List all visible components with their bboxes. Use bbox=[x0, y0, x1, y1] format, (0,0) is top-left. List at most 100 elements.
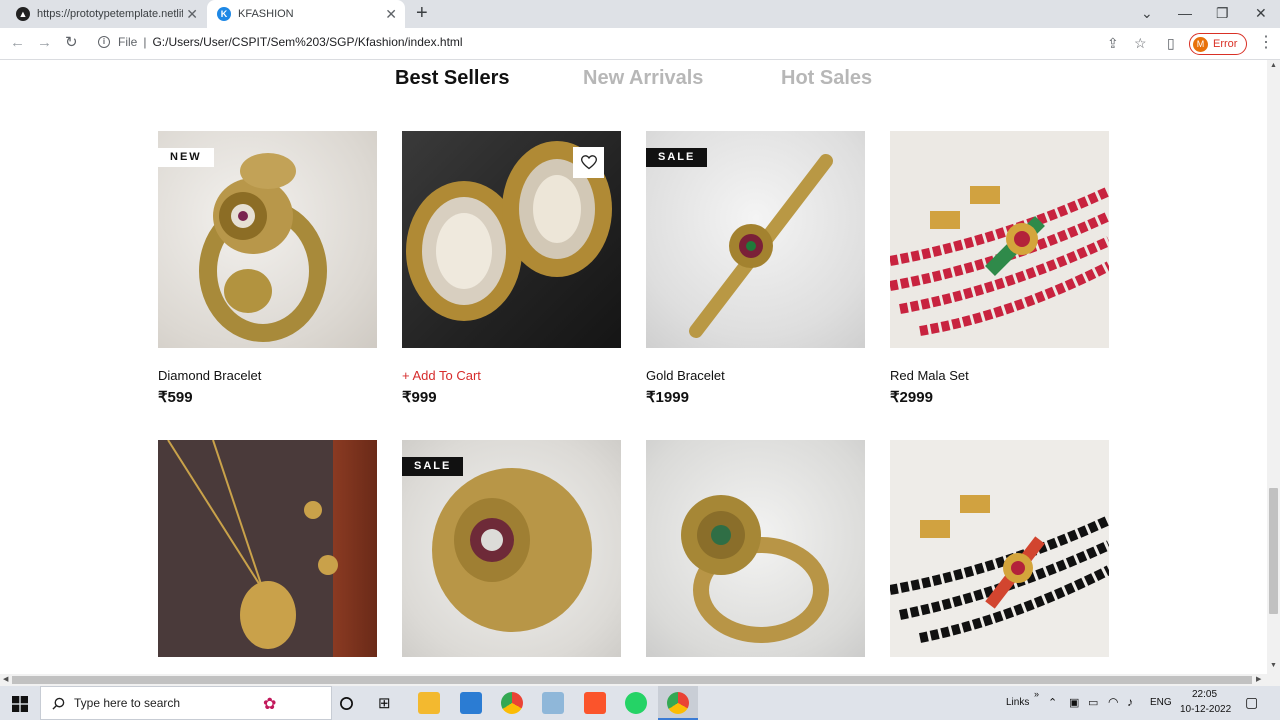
url-separator: | bbox=[143, 35, 147, 49]
brave-icon[interactable] bbox=[584, 692, 606, 714]
forward-icon[interactable]: → bbox=[37, 35, 52, 51]
close-tab-icon[interactable]: ✕ bbox=[186, 6, 198, 22]
notification-icon[interactable]: ▢ bbox=[1245, 694, 1258, 711]
product-image-gold-bracelet-flower[interactable]: NEW bbox=[158, 131, 377, 348]
url-text: G:/Users/User/CSPIT/Sem%203/SGP/Kfashion… bbox=[152, 35, 463, 49]
filter-best-sellers[interactable]: Best Sellers bbox=[395, 67, 510, 90]
product-name[interactable]: Gold Bracelet bbox=[646, 368, 725, 383]
product-image-gold-cuff-bracelet[interactable]: SALE bbox=[402, 440, 621, 657]
scroll-down-icon[interactable]: ▼ bbox=[1270, 662, 1277, 669]
menu-kebab-icon[interactable]: ⋮ bbox=[1258, 35, 1274, 51]
filter-new-arrivals[interactable]: New Arrivals bbox=[583, 67, 703, 90]
wishlist-heart-icon[interactable] bbox=[573, 147, 604, 178]
app-icon[interactable] bbox=[542, 692, 564, 714]
close-window-icon[interactable]: ✕ bbox=[1255, 5, 1267, 21]
links-toolbar[interactable]: Links bbox=[1006, 697, 1029, 708]
red-mala-illustration bbox=[890, 186, 1109, 336]
product-image-kundan-earrings[interactable] bbox=[402, 131, 621, 348]
kfashion-icon: K bbox=[217, 7, 231, 21]
reload-icon[interactable]: ↻ bbox=[65, 35, 78, 51]
bookmark-star-icon[interactable]: ☆ bbox=[1134, 35, 1147, 51]
product-image-black-mala-necklace[interactable] bbox=[890, 440, 1109, 657]
task-view-icon[interactable]: ⊞ bbox=[378, 694, 391, 712]
tab-title: https://prototypetemplate.netlify.app bbox=[37, 8, 183, 20]
tab-search-icon[interactable]: ⌄ bbox=[1141, 5, 1153, 21]
search-icon bbox=[52, 697, 65, 710]
info-icon[interactable]: i bbox=[98, 36, 110, 48]
wifi-icon[interactable]: ◠ bbox=[1108, 695, 1118, 709]
product-price: ₹999 bbox=[402, 389, 437, 406]
volume-icon[interactable]: ♪ bbox=[1127, 695, 1133, 709]
profile-button[interactable]: M Error bbox=[1189, 33, 1247, 55]
avatar: M bbox=[1193, 36, 1208, 52]
product-price: ₹599 bbox=[158, 389, 193, 406]
product-image-gold-ring-bangle[interactable] bbox=[646, 440, 865, 657]
profile-status: Error bbox=[1213, 38, 1238, 50]
chrome-icon bbox=[667, 692, 689, 714]
product-price: ₹1999 bbox=[646, 389, 689, 406]
search-highlight-icon: ✿ bbox=[263, 696, 277, 713]
product-card[interactable]: + Add To Cart ₹999 bbox=[402, 131, 621, 406]
heart-glyph bbox=[580, 155, 597, 170]
product-name[interactable]: Diamond Bracelet bbox=[158, 368, 261, 383]
language-indicator[interactable]: ENG bbox=[1150, 697, 1172, 708]
windows-taskbar: Type here to search ✿ ⊞ Links » ⌃ ▣ ▭ ◠ … bbox=[0, 686, 1280, 720]
vscode-icon[interactable] bbox=[460, 692, 482, 714]
sale-badge: SALE bbox=[646, 148, 708, 167]
omnibox[interactable]: i File | G:/Users/User/CSPIT/Sem%203/SGP… bbox=[98, 35, 463, 49]
tab-kfashion[interactable]: K KFASHION ✕ bbox=[207, 0, 405, 28]
file-explorer-icon[interactable] bbox=[418, 692, 440, 714]
horizontal-scrollbar[interactable]: ◀ ▶ bbox=[0, 674, 1280, 686]
product-image-gold-kada-bracelet[interactable]: SALE bbox=[646, 131, 865, 348]
device-icon[interactable]: ▣ bbox=[1069, 696, 1079, 709]
filter-hot-sales[interactable]: Hot Sales bbox=[781, 67, 872, 90]
clock-time[interactable]: 22:05 bbox=[1192, 689, 1217, 700]
product-card[interactable]: Red Mala Set ₹2999 bbox=[890, 131, 1109, 406]
add-to-cart-link[interactable]: + Add To Cart bbox=[402, 368, 481, 383]
product-price: ₹2999 bbox=[890, 389, 933, 406]
vertical-scroll-thumb[interactable] bbox=[1269, 488, 1278, 614]
share-icon[interactable]: ⇪ bbox=[1107, 35, 1119, 51]
active-chrome-taskbar-item[interactable] bbox=[658, 686, 698, 720]
new-tab-button[interactable]: + bbox=[416, 3, 428, 23]
horizontal-scroll-thumb[interactable] bbox=[12, 676, 1252, 684]
scroll-left-icon[interactable]: ◀ bbox=[3, 675, 8, 683]
url-scheme: File bbox=[118, 35, 138, 49]
links-expand-icon[interactable]: » bbox=[1034, 689, 1039, 699]
product-filter-tabs: Best Sellers New Arrivals Hot Sales bbox=[0, 67, 1267, 95]
product-card[interactable] bbox=[646, 440, 865, 657]
maximize-icon[interactable]: ❐ bbox=[1216, 5, 1229, 21]
close-tab-icon[interactable]: ✕ bbox=[385, 6, 397, 22]
back-icon[interactable]: ← bbox=[10, 35, 25, 51]
product-card[interactable]: SALE Gold Bracelet ₹1999 bbox=[646, 131, 865, 406]
product-name[interactable]: Red Mala Set bbox=[890, 368, 969, 383]
windows-start-icon[interactable] bbox=[12, 696, 28, 712]
minimize-icon[interactable]: — bbox=[1178, 5, 1192, 21]
tab-prototype[interactable]: ▲ https://prototypetemplate.netlify.app … bbox=[10, 0, 206, 28]
vertical-scrollbar[interactable]: ▲ ▼ bbox=[1267, 60, 1280, 674]
battery-icon[interactable]: ▭ bbox=[1088, 696, 1098, 709]
scroll-up-icon[interactable]: ▲ bbox=[1270, 62, 1277, 69]
product-card[interactable] bbox=[158, 440, 377, 657]
tray-chevron-icon[interactable]: ⌃ bbox=[1048, 696, 1057, 709]
black-mala-illustration bbox=[890, 495, 1109, 643]
product-image-gold-chain-pendant[interactable] bbox=[158, 440, 377, 657]
cortana-icon[interactable] bbox=[339, 696, 354, 711]
scroll-right-icon[interactable]: ▶ bbox=[1256, 675, 1261, 683]
side-panel-icon[interactable]: ▯ bbox=[1167, 35, 1175, 51]
page-viewport: Best Sellers New Arrivals Hot Sales NEW … bbox=[0, 60, 1267, 674]
pendant-illustration bbox=[167, 440, 338, 649]
chrome-icon[interactable] bbox=[501, 692, 523, 714]
search-placeholder: Type here to search bbox=[74, 696, 181, 710]
netlify-icon: ▲ bbox=[16, 7, 30, 21]
address-toolbar: ← → ↻ i File | G:/Users/User/CSPIT/Sem%2… bbox=[0, 28, 1280, 60]
product-image-red-mala-necklace[interactable] bbox=[890, 131, 1109, 348]
sale-badge: SALE bbox=[402, 457, 464, 476]
product-card[interactable] bbox=[890, 440, 1109, 657]
whatsapp-icon[interactable] bbox=[625, 692, 647, 714]
tab-strip: ▲ https://prototypetemplate.netlify.app … bbox=[0, 0, 1280, 28]
product-card[interactable]: SALE bbox=[402, 440, 621, 657]
clock-date[interactable]: 10-12-2022 bbox=[1180, 704, 1231, 715]
taskbar-search-box[interactable]: Type here to search ✿ bbox=[40, 686, 332, 720]
product-card[interactable]: NEW Diamond Bracelet ₹599 bbox=[158, 131, 377, 406]
